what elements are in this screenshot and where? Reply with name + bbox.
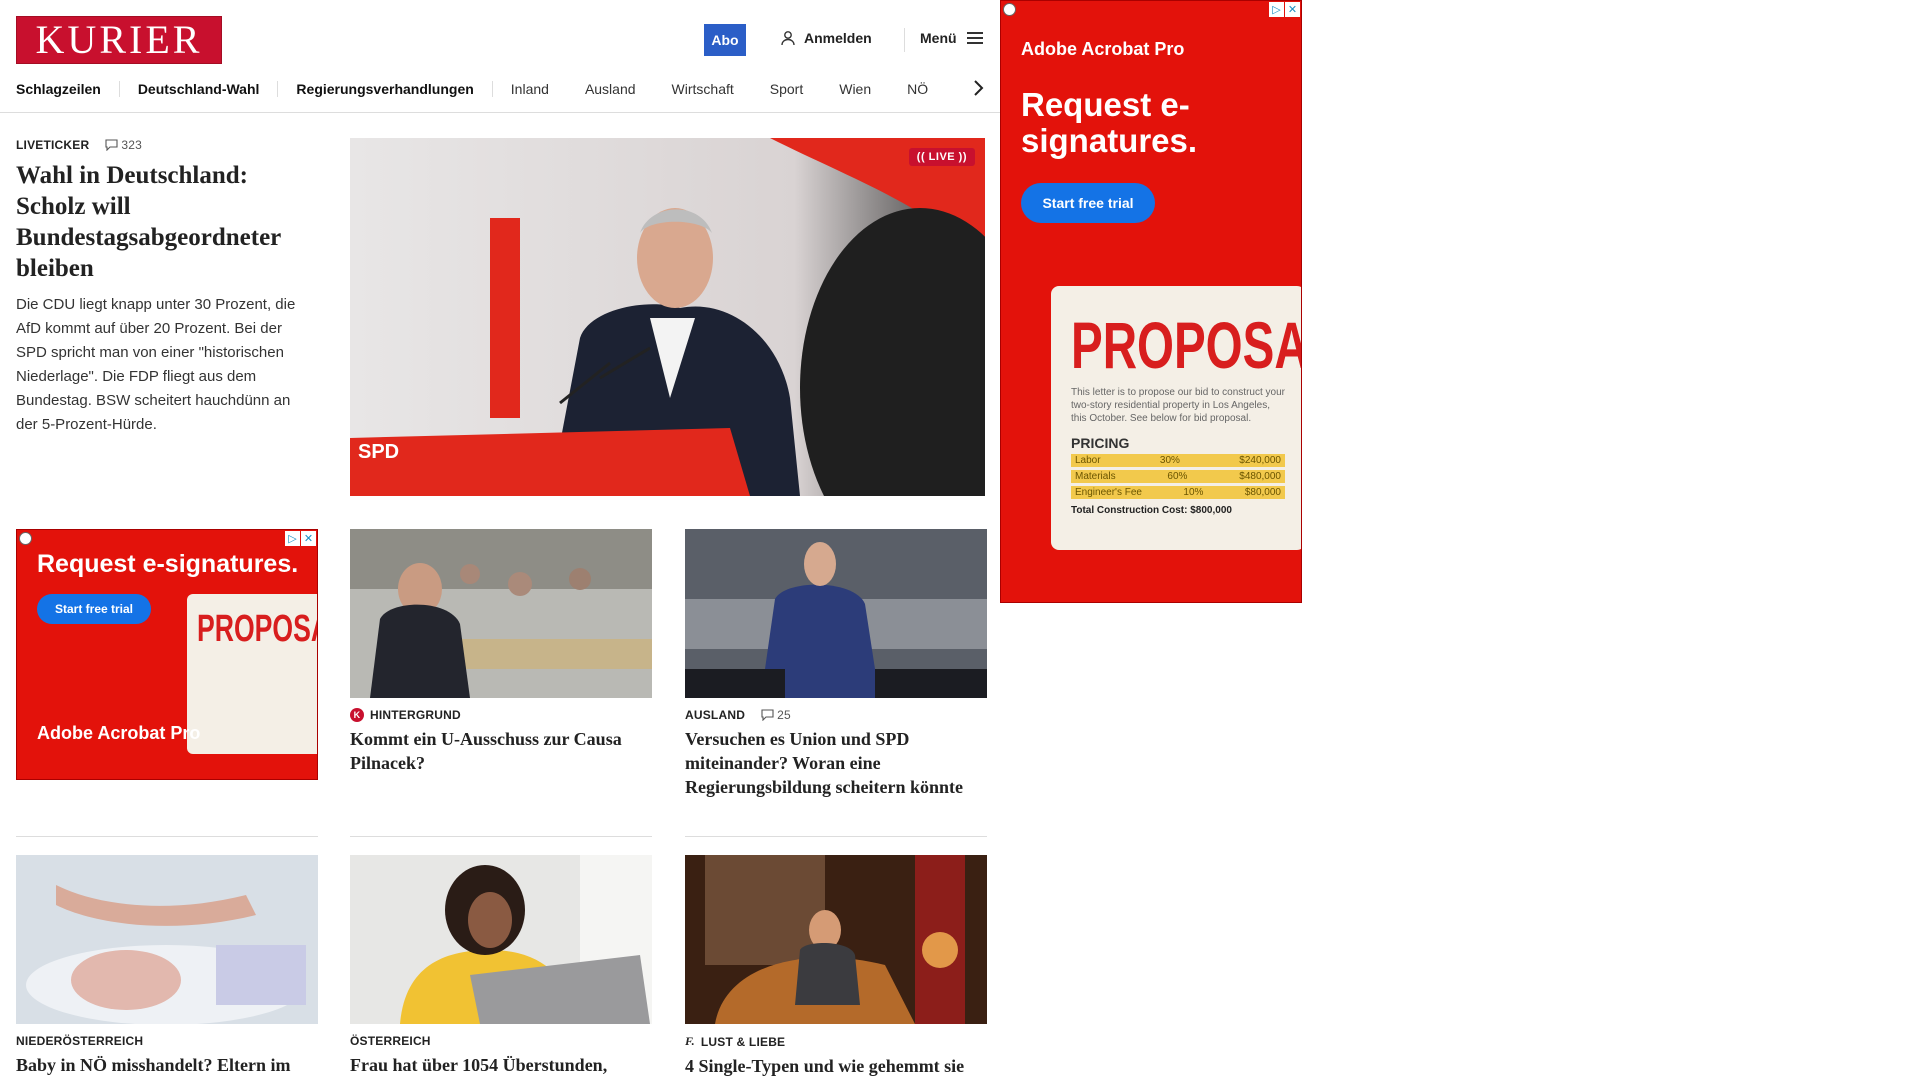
article-kicker: NIEDERÖSTERREICH [16, 1034, 318, 1048]
article-kicker-label: AUSLAND [685, 708, 746, 722]
ad-small[interactable]: ▷ ✕ Request e-signatures. Start free tria… [16, 529, 318, 780]
ad-big-cta[interactable]: Start free trial [1021, 183, 1155, 223]
pricing-row: Labor 30% $240,000 [1071, 454, 1285, 467]
lead-image[interactable]: SPD (( LIVE )) [350, 138, 985, 496]
article-image[interactable] [350, 855, 652, 1024]
article-kicker: AUSLAND 25 [685, 708, 987, 722]
live-badge: (( LIVE )) [908, 148, 975, 166]
ad-big[interactable]: ▷ ✕ Adobe Acrobat Pro Request e-signature… [1000, 0, 1302, 603]
ad-big-brand: Adobe Acrobat Pro [1021, 39, 1185, 59]
article-kicker-label: ÖSTERREICH [350, 1034, 431, 1048]
nav-item-regierungsverhandlungen[interactable]: Regierungsverhandlungen [278, 81, 493, 97]
lead-article[interactable]: LIVETICKER 323 Wahl in Deutschland: Scho… [16, 138, 316, 437]
section-nav: Schlagzeilen Deutschland-Wahl Regierungs… [16, 78, 986, 100]
ad-info-icon[interactable] [1003, 3, 1016, 16]
login-button[interactable]: Anmelden [780, 30, 872, 46]
pricing-row: Engineer's Fee 10% $80,000 [1071, 486, 1285, 499]
article-card[interactable]: ÖSTERREICH Frau hat über 1054 Überstunde… [350, 855, 652, 1080]
article-title[interactable]: 4 Single-Typen und wie gehemmt sie sind [685, 1054, 987, 1080]
lead-teaser: Die CDU liegt knapp unter 30 Prozent, di… [16, 296, 296, 433]
article-kicker: f. LUST & LIEBE [685, 1034, 987, 1049]
divider [350, 836, 652, 837]
ad-info-icon[interactable] [19, 532, 32, 545]
lead-comments[interactable]: 323 [105, 138, 142, 152]
ad-small-brand: Adobe Acrobat Pro [37, 723, 201, 743]
article-kicker: K HINTERGRUND [350, 708, 652, 722]
article-image[interactable] [350, 529, 652, 698]
logo-text: KURIER [35, 17, 203, 62]
nav-item-deutschland-wahl[interactable]: Deutschland-Wahl [120, 81, 279, 97]
hamburger-icon [966, 32, 983, 44]
ad-small-doc: PROPOSAL [187, 594, 317, 754]
article-card[interactable]: f. LUST & LIEBE 4 Single-Typen und wie g… [685, 855, 987, 1080]
article-title[interactable]: Baby in NÖ misshandelt? Eltern im Visier… [16, 1053, 318, 1080]
nav-item-wien[interactable]: Wien [821, 81, 889, 97]
article-kicker-label: LUST & LIEBE [700, 1034, 786, 1049]
ad-big-doc-title: PROPOSAL [1071, 308, 1301, 382]
article-kicker-label: HINTERGRUND [370, 708, 461, 722]
nav-item-noe[interactable]: NÖ [889, 81, 946, 97]
divider [16, 836, 318, 837]
comment-icon [105, 139, 118, 151]
user-icon [781, 31, 795, 46]
article-title[interactable]: Frau hat über 1054 Überstunden, Firma za… [350, 1053, 652, 1080]
kurier-plus-icon: K [350, 708, 364, 722]
menu-button[interactable]: Menü [920, 30, 983, 46]
nav-item-inland[interactable]: Inland [493, 81, 567, 97]
close-icon[interactable]: ✕ [1285, 2, 1300, 17]
menu-label: Menü [920, 30, 957, 46]
nav-item-schlagzeilen[interactable]: Schlagzeilen [16, 81, 120, 97]
lead-kicker: LIVETICKER 323 [16, 138, 316, 152]
ad-small-headline: Request e-signatures. [37, 550, 299, 578]
kurier-logo[interactable]: KURIER [16, 16, 222, 64]
chevron-right-icon[interactable] [970, 78, 986, 98]
login-label: Anmelden [804, 30, 872, 46]
comment-icon [761, 709, 774, 721]
ad-choices[interactable]: ▷ ✕ [285, 531, 316, 546]
ad-big-headline: Request e-signatures. [1021, 86, 1198, 159]
scholz-photo: SPD [350, 138, 985, 496]
article-kicker: ÖSTERREICH [350, 1034, 652, 1048]
article-title[interactable]: Kommt ein U-Ausschuss zur Causa Pilnacek… [350, 727, 652, 775]
ad-choices[interactable]: ▷ ✕ [1269, 2, 1300, 17]
header-divider [904, 28, 905, 52]
ad-big-doc: PROPOSAL This letter is to propose our b… [1051, 286, 1301, 550]
ad-big-total: Total Construction Cost: $800,000 [1071, 505, 1232, 516]
article-image[interactable] [685, 529, 987, 698]
divider [685, 836, 987, 837]
close-icon[interactable]: ✕ [301, 531, 316, 546]
ad-big-pricing-label: PRICING [1071, 435, 1130, 451]
ad-big-doc-text: This letter is to propose our bid to con… [1071, 387, 1285, 424]
lead-title[interactable]: Wahl in Deutschland: Scholz will Bundest… [16, 160, 316, 284]
article-image[interactable] [685, 855, 987, 1024]
article-kicker-label: NIEDERÖSTERREICH [16, 1034, 144, 1048]
lust-liebe-icon: f. [685, 1034, 695, 1048]
article-card[interactable]: K HINTERGRUND Kommt ein U-Ausschuss zur … [350, 529, 652, 775]
nav-item-wirtschaft[interactable]: Wirtschaft [654, 81, 752, 97]
adchoices-icon[interactable]: ▷ [285, 531, 300, 546]
adchoices-icon[interactable]: ▷ [1269, 2, 1284, 17]
abo-button[interactable]: Abo [704, 24, 746, 56]
article-card[interactable]: AUSLAND 25 Versuchen es Union und SPD mi… [685, 529, 987, 799]
article-comment-count: 25 [777, 708, 791, 722]
article-image[interactable] [16, 855, 318, 1024]
ad-small-doc-title: PROPOSAL [197, 608, 317, 650]
article-title[interactable]: Versuchen es Union und SPD miteinander? … [685, 727, 987, 799]
header-rule [0, 112, 1000, 113]
pricing-row: Materials 60% $480,000 [1071, 470, 1285, 483]
nav-item-ausland[interactable]: Ausland [567, 81, 654, 97]
lead-kicker-label: LIVETICKER [16, 138, 90, 152]
article-card[interactable]: NIEDERÖSTERREICH Baby in NÖ misshandelt?… [16, 855, 318, 1080]
nav-item-sport[interactable]: Sport [752, 81, 821, 97]
lead-comment-count: 323 [121, 138, 142, 152]
article-comments[interactable]: 25 [761, 708, 791, 722]
ad-small-cta[interactable]: Start free trial [37, 594, 151, 624]
svg-text:SPD: SPD [358, 441, 399, 463]
